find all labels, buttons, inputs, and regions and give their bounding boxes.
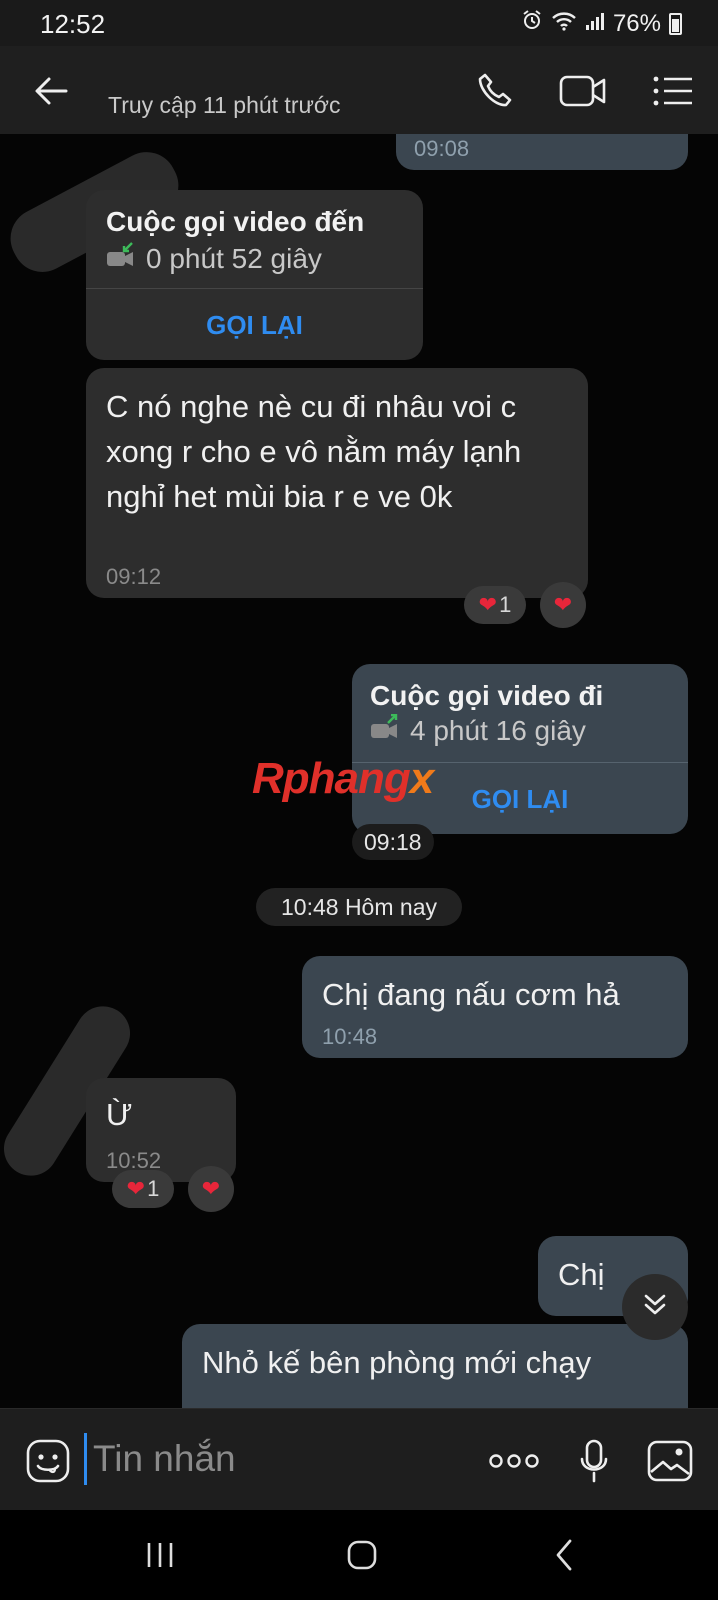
reaction-summary[interactable]: ❤ 1 [464, 586, 526, 624]
more-options-icon[interactable] [488, 1435, 540, 1487]
menu-list-icon[interactable] [648, 66, 698, 116]
recent-apps-icon[interactable] [130, 1532, 190, 1578]
heart-icon: ❤ [126, 1176, 146, 1201]
add-reaction-button[interactable]: ❤ [540, 582, 586, 628]
last-seen-status: Truy cập 11 phút trước [108, 92, 341, 118]
chat-header: Truy cập 11 phút trước [0, 46, 718, 134]
call-back-button[interactable]: GỌI LẠI [86, 310, 423, 341]
message-time: 10:48 [322, 1024, 378, 1049]
message-time: 09:18 [352, 824, 434, 860]
home-icon[interactable] [332, 1532, 392, 1578]
outgoing-video-call-card[interactable]: Cuộc gọi video đi 4 phút 16 giây GỌI LẠI [352, 664, 688, 834]
message-bubble-outgoing[interactable]: 09:08 [396, 134, 688, 170]
message-bubble-outgoing[interactable]: Nhỏ kế bên phòng mới chạy [182, 1324, 688, 1408]
back-icon[interactable] [534, 1532, 594, 1578]
message-composer: Tin nhắn [0, 1408, 718, 1510]
message-input-placeholder: Tin nhắn [93, 1438, 236, 1479]
message-text: Ừ [106, 1097, 133, 1132]
message-text: Chị đang nấu cơm hả [322, 977, 620, 1012]
message-bubble-outgoing[interactable]: Chị đang nấu cơm hả 10:48 [302, 956, 688, 1058]
heart-icon: ❤ [553, 592, 573, 617]
signal-icon [585, 10, 605, 38]
image-gallery-icon[interactable] [644, 1435, 696, 1487]
status-bar: 12:52 76% [0, 0, 718, 46]
heart-icon: ❤ [478, 592, 498, 617]
video-call-icon[interactable] [558, 66, 608, 116]
call-duration: 4 phút 16 giây [370, 713, 586, 747]
alarm-icon [521, 9, 543, 38]
battery-icon [669, 12, 682, 35]
double-chevron-down-icon [642, 1292, 668, 1323]
message-text: C nó nghe nè cu đi nhâu voi c xong r cho… [106, 389, 522, 514]
call-title: Cuộc gọi video đi [370, 680, 604, 711]
back-arrow-icon[interactable] [26, 66, 76, 116]
text-cursor [84, 1433, 87, 1485]
call-duration: 0 phút 52 giây [106, 242, 322, 275]
divider [86, 288, 423, 289]
message-list[interactable]: 09:08 Cuộc gọi video đến 0 phút 52 giây … [0, 134, 718, 1408]
message-text: Nhỏ kế bên phòng mới chạy [202, 1345, 592, 1380]
call-title: Cuộc gọi video đến [106, 206, 365, 237]
outgoing-video-call-icon [370, 713, 400, 747]
watermark-logo: Rphangx [252, 754, 434, 803]
battery-level: 76% [612, 9, 661, 37]
message-input[interactable]: Tin nhắn [84, 1431, 464, 1487]
status-icons: 76% [521, 9, 682, 38]
reaction-summary[interactable]: ❤ 1 [112, 1170, 174, 1208]
incoming-video-call-icon [106, 242, 136, 275]
wifi-icon [551, 10, 577, 38]
message-bubble-incoming[interactable]: C nó nghe nè cu đi nhâu voi c xong r cho… [86, 368, 588, 598]
phone-call-icon[interactable] [470, 66, 520, 116]
scroll-to-bottom-button[interactable] [622, 1274, 688, 1340]
emoji-sticker-icon[interactable] [22, 1435, 74, 1487]
status-time: 12:52 [40, 9, 106, 39]
system-navigation-bar [0, 1510, 718, 1600]
add-reaction-button[interactable]: ❤ [188, 1166, 234, 1212]
microphone-icon[interactable] [568, 1435, 620, 1487]
date-separator: 10:48 Hôm nay [256, 888, 462, 926]
incoming-video-call-card[interactable]: Cuộc gọi video đến 0 phút 52 giây GỌI LẠ… [86, 190, 423, 360]
heart-icon: ❤ [201, 1176, 221, 1201]
message-text: Chị [558, 1257, 605, 1292]
message-time: 09:08 [414, 136, 470, 161]
message-time: 09:12 [106, 564, 162, 589]
